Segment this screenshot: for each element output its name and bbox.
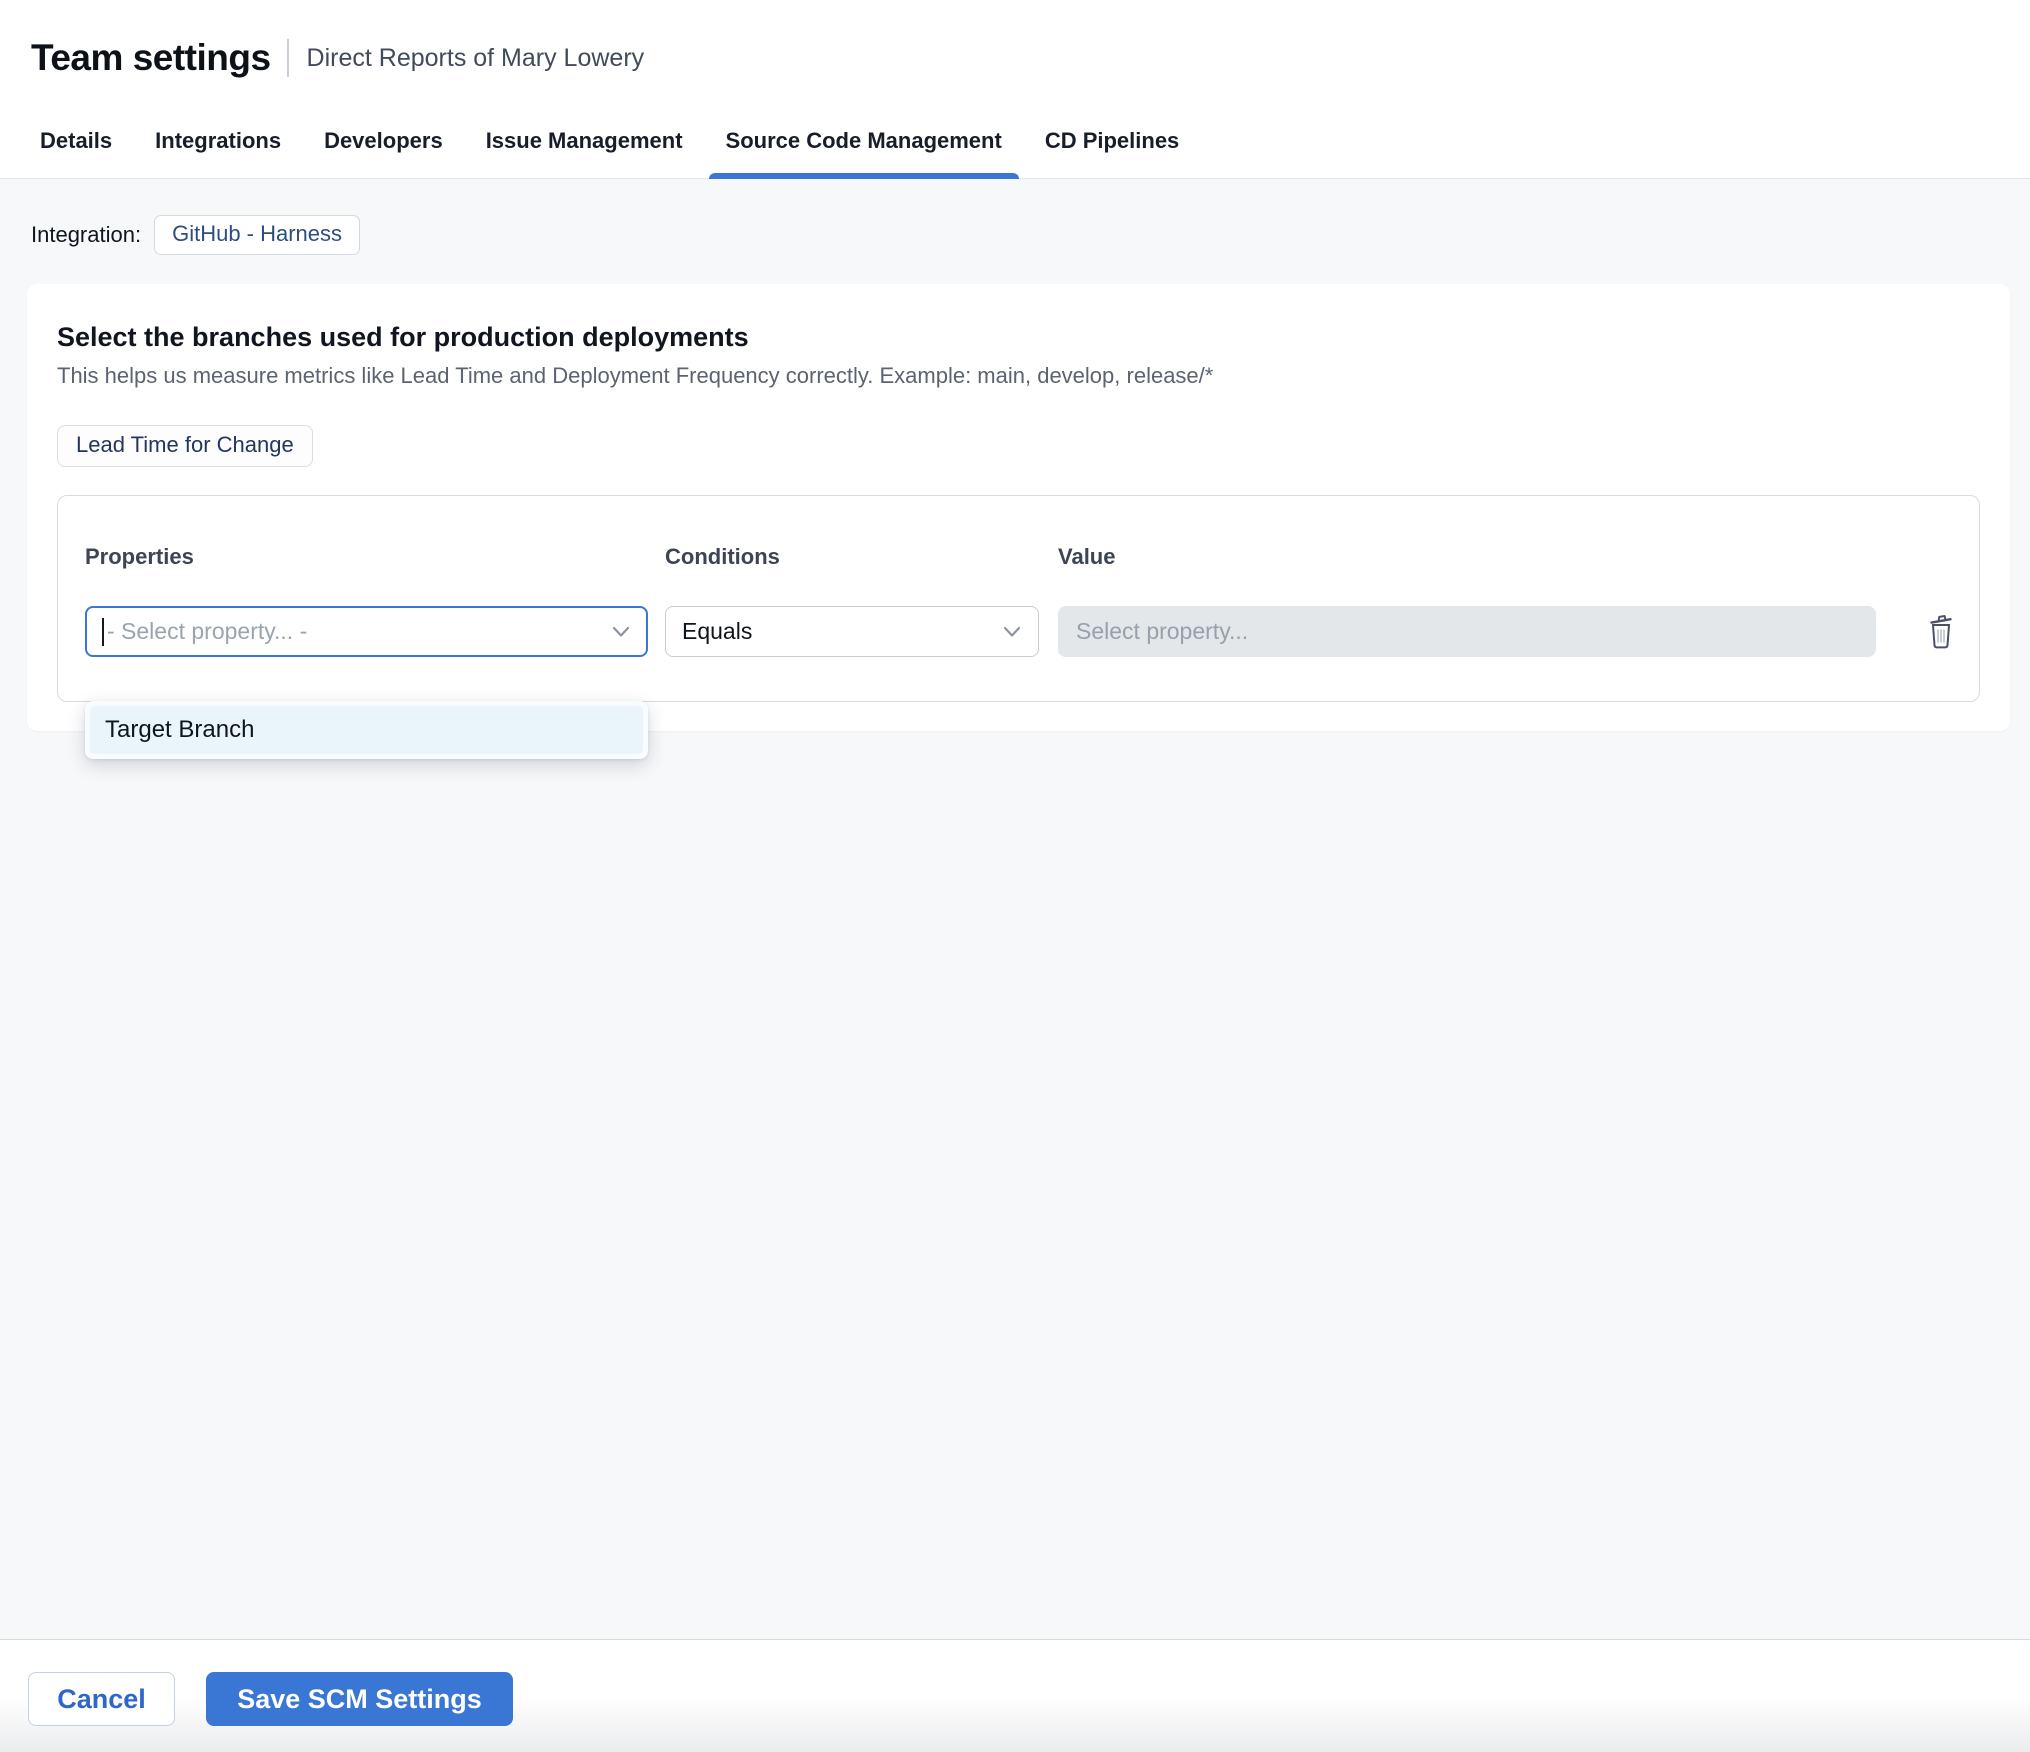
value-column: Value Select property... bbox=[1058, 544, 1876, 657]
tab-cd-pipelines[interactable]: CD Pipelines bbox=[1028, 108, 1196, 178]
trash-icon bbox=[1930, 614, 1952, 648]
scm-branches-card: Select the branches used for production … bbox=[27, 284, 2010, 759]
tab-issue-management[interactable]: Issue Management bbox=[469, 108, 700, 178]
integration-chip[interactable]: GitHub - Harness bbox=[154, 215, 361, 255]
delete-rule-button[interactable] bbox=[1919, 606, 1963, 657]
main-content: Integration: GitHub - Harness Select the… bbox=[0, 215, 2030, 759]
rule-panel: Properties - Select property... - Target… bbox=[57, 495, 1980, 759]
metric-tag[interactable]: Lead Time for Change bbox=[57, 425, 313, 467]
value-label: Value bbox=[1058, 544, 1116, 569]
chevron-down-icon bbox=[612, 626, 630, 637]
property-dropdown-menu: Target Branch bbox=[85, 701, 648, 759]
tab-integrations[interactable]: Integrations bbox=[138, 108, 298, 178]
card-heading: Select the branches used for production … bbox=[57, 322, 749, 352]
dropdown-option-target-branch[interactable]: Target Branch bbox=[90, 706, 643, 754]
condition-select-value: Equals bbox=[682, 618, 753, 644]
title-row: Team settings Direct Reports of Mary Low… bbox=[0, 0, 2030, 84]
card-description: This helps us measure metrics like Lead … bbox=[57, 363, 1214, 388]
cancel-button[interactable]: Cancel bbox=[28, 1672, 175, 1726]
conditions-column: Conditions Equals bbox=[665, 544, 1039, 657]
value-input-placeholder: Select property... bbox=[1076, 618, 1249, 644]
conditions-label: Conditions bbox=[665, 544, 780, 569]
page-title: Team settings bbox=[31, 37, 271, 78]
integration-label: Integration: bbox=[31, 222, 142, 247]
footer-bar: Cancel Save SCM Settings bbox=[0, 1639, 2030, 1752]
tab-developers[interactable]: Developers bbox=[307, 108, 460, 178]
property-select-placeholder: - Select property... - bbox=[107, 618, 308, 644]
page-header: Team settings Direct Reports of Mary Low… bbox=[0, 0, 2030, 179]
chevron-down-icon bbox=[1003, 626, 1021, 637]
tab-bar: Details Integrations Developers Issue Ma… bbox=[0, 108, 2030, 179]
value-input-disabled: Select property... bbox=[1058, 606, 1876, 657]
title-separator bbox=[286, 39, 289, 77]
save-scm-settings-button[interactable]: Save SCM Settings bbox=[206, 1672, 513, 1726]
properties-column: Properties - Select property... - Target… bbox=[85, 544, 648, 759]
text-caret bbox=[102, 617, 104, 646]
tab-details[interactable]: Details bbox=[23, 108, 129, 178]
condition-select[interactable]: Equals bbox=[665, 606, 1039, 657]
properties-label: Properties bbox=[85, 544, 194, 569]
property-select[interactable]: - Select property... - bbox=[85, 606, 648, 657]
integration-row: Integration: GitHub - Harness bbox=[31, 215, 2010, 255]
page-subtitle: Direct Reports of Mary Lowery bbox=[306, 43, 645, 72]
tab-source-code-management[interactable]: Source Code Management bbox=[708, 108, 1020, 179]
